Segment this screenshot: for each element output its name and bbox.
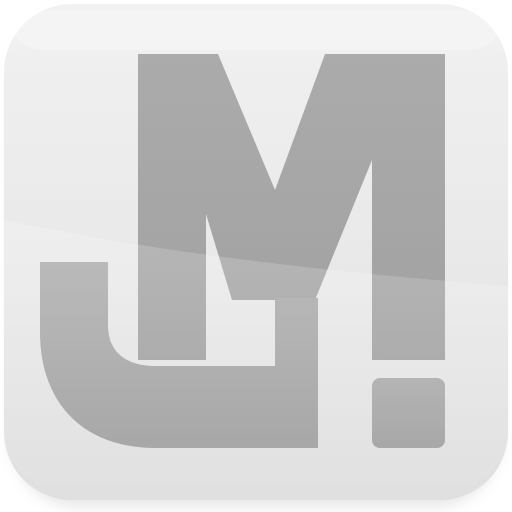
icon-canvas — [0, 0, 512, 512]
jm-logo-icon — [4, 4, 508, 508]
icon-tile-highlight — [14, 10, 498, 50]
app-icon-tile[interactable] — [0, 0, 512, 512]
